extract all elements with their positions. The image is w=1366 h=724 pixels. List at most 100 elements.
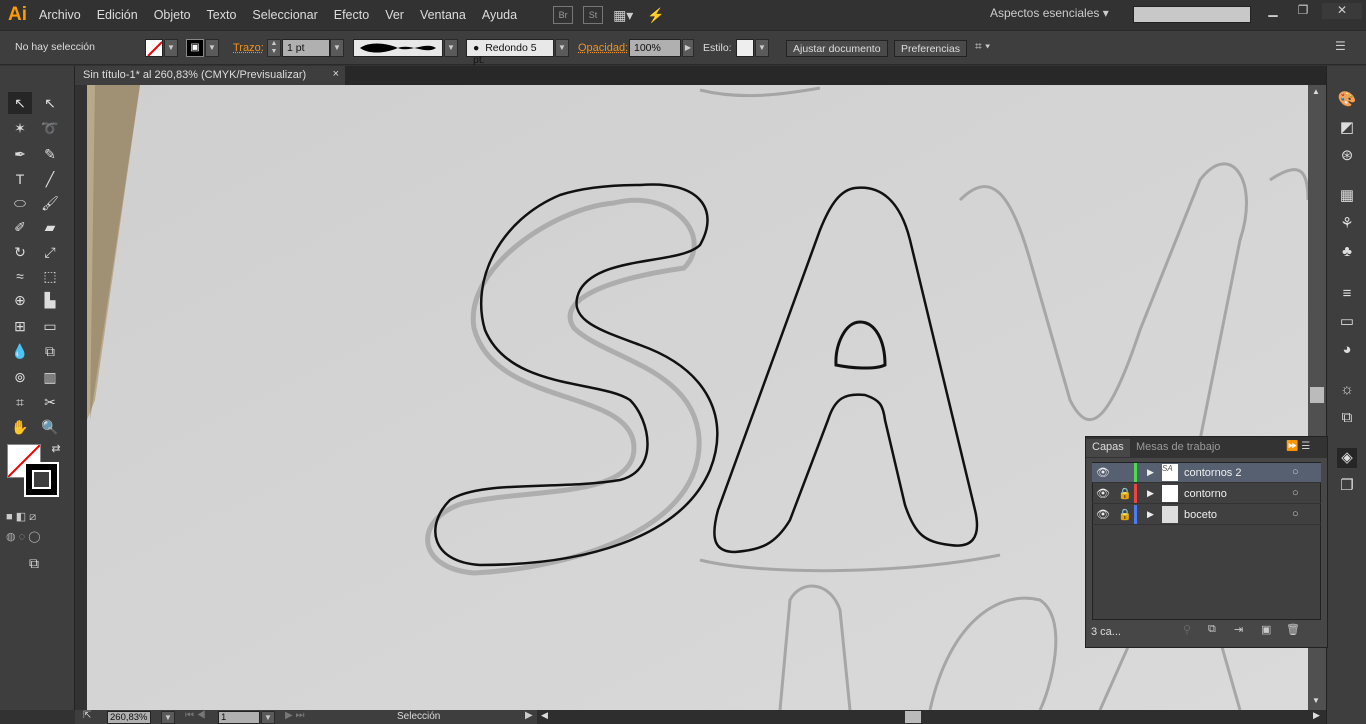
warp-tool-icon[interactable]: ≈ bbox=[8, 265, 32, 287]
visibility-eye-icon[interactable]: 👁 bbox=[1096, 466, 1110, 479]
color-guide-icon[interactable]: ◩ bbox=[1337, 118, 1357, 138]
expand-triangle-icon[interactable]: ▶ bbox=[1147, 467, 1154, 478]
menu-texto[interactable]: Texto bbox=[207, 8, 237, 22]
graph-tool-icon[interactable]: ▥ bbox=[38, 366, 62, 388]
stroke-weight-dropdown[interactable]: ▼ bbox=[330, 39, 344, 57]
line-tool-icon[interactable]: ╱ bbox=[38, 168, 62, 190]
gpu-performance-icon[interactable]: ⚡ bbox=[647, 7, 664, 24]
brushes-icon[interactable]: ⚘ bbox=[1337, 214, 1357, 234]
color-panel-icon[interactable]: 🎨 bbox=[1337, 90, 1357, 110]
menu-archivo[interactable]: Archivo bbox=[39, 8, 81, 22]
brush-dropdown[interactable]: ▼ bbox=[555, 39, 569, 57]
tab-mesas-de-trabajo[interactable]: Mesas de trabajo bbox=[1130, 439, 1226, 457]
perspective-grid-tool-icon[interactable]: ▙ bbox=[38, 289, 62, 311]
opacity-label[interactable]: Opacidad: bbox=[578, 42, 628, 60]
swatches-icon[interactable]: ▦ bbox=[1337, 186, 1357, 206]
draw-mode-buttons[interactable]: ◍ ◌ ◯ bbox=[6, 530, 62, 544]
stroke-weight-field[interactable]: 1 pt bbox=[282, 39, 330, 57]
graphic-style-swatch[interactable] bbox=[736, 39, 754, 57]
ellipse-tool-icon[interactable]: ⬭ bbox=[8, 192, 32, 214]
minimize-button[interactable]: ▁ bbox=[1260, 3, 1286, 19]
menu-edicion[interactable]: Edición bbox=[97, 8, 138, 22]
menu-efecto[interactable]: Efecto bbox=[334, 8, 369, 22]
panel-collapse-icon[interactable]: ⏩ ☰ bbox=[1286, 441, 1310, 452]
free-transform-tool-icon[interactable]: ⬚ bbox=[38, 265, 62, 287]
eraser-tool-icon[interactable]: ▰ bbox=[38, 216, 62, 238]
scale-tool-icon[interactable]: ⤢ bbox=[38, 241, 62, 263]
visibility-eye-icon[interactable]: 👁 bbox=[1096, 508, 1110, 521]
artboard-tool-icon[interactable]: ⌗ bbox=[8, 391, 32, 413]
target-circle-icon[interactable]: ○ bbox=[1292, 508, 1299, 520]
target-circle-icon[interactable]: ○ bbox=[1292, 466, 1299, 478]
artboard-number-field[interactable]: 1 bbox=[218, 711, 260, 724]
layer-row[interactable]: 👁 ▶ SA contornos 2 ○ bbox=[1092, 463, 1321, 483]
zoom-dropdown[interactable]: ▼ bbox=[161, 711, 175, 724]
isolate-icon[interactable]: ⌗ ▾ bbox=[975, 39, 990, 57]
stroke-panel-icon[interactable]: ≡ bbox=[1337, 284, 1357, 304]
fit-document-button[interactable]: Ajustar documento bbox=[786, 40, 888, 57]
menu-seleccionar[interactable]: Seleccionar bbox=[252, 8, 317, 22]
make-clipping-mask-icon[interactable]: ⧉ bbox=[1208, 623, 1216, 636]
direct-selection-tool-icon[interactable]: ↖ bbox=[38, 92, 62, 114]
restore-button[interactable]: ❐ bbox=[1290, 3, 1316, 19]
layer-row[interactable]: 👁 🔒 ▶ contorno ○ bbox=[1092, 484, 1321, 504]
eyedropper-tool-icon[interactable]: 💧 bbox=[8, 340, 32, 362]
bridge-button[interactable]: Br bbox=[553, 6, 574, 24]
opacity-field[interactable]: 100% bbox=[629, 39, 681, 57]
stroke-label[interactable]: Trazo: bbox=[233, 42, 264, 60]
layer-name[interactable]: contornos 2 bbox=[1184, 467, 1241, 479]
shaper-tool-icon[interactable]: ✐ bbox=[8, 216, 32, 238]
hand-tool-icon[interactable]: ✋ bbox=[8, 416, 32, 438]
graphic-styles-icon[interactable]: ⧉ bbox=[1337, 408, 1357, 428]
swap-colors-icon[interactable]: ⇄ bbox=[44, 438, 68, 460]
tab-capas[interactable]: Capas bbox=[1086, 439, 1130, 457]
curvature-tool-icon[interactable]: ✎ bbox=[38, 143, 62, 165]
close-window-button[interactable]: ✕ bbox=[1322, 3, 1362, 19]
layer-name[interactable]: contorno bbox=[1184, 488, 1227, 500]
stroke-weight-stepper[interactable]: ▲ ▼ bbox=[267, 39, 281, 57]
horizontal-scroll-thumb[interactable] bbox=[905, 711, 921, 723]
search-input[interactable] bbox=[1133, 6, 1251, 23]
next-artboard-icon[interactable]: ▶ ⏭ bbox=[285, 710, 304, 721]
status-menu-arrow[interactable]: ▶ bbox=[525, 710, 533, 721]
blend-tool-icon[interactable]: ⧉ bbox=[38, 340, 62, 362]
type-tool-icon[interactable]: T bbox=[8, 168, 32, 190]
fill-dropdown[interactable]: ▼ bbox=[164, 39, 178, 57]
menu-ver[interactable]: Ver bbox=[385, 8, 404, 22]
appearance-panel-icon[interactable]: ☼ bbox=[1337, 380, 1357, 400]
selection-tool-icon[interactable]: ↖ bbox=[8, 92, 32, 114]
close-tab-icon[interactable]: × bbox=[333, 68, 339, 80]
delete-layer-icon[interactable]: 🗑 bbox=[1286, 623, 1300, 636]
visibility-eye-icon[interactable]: 👁 bbox=[1096, 487, 1110, 500]
stock-button[interactable]: St bbox=[583, 6, 604, 24]
slice-tool-icon[interactable]: ✂ bbox=[38, 391, 62, 413]
stroke-color-box[interactable] bbox=[24, 462, 59, 497]
mesh-tool-icon[interactable]: ⊞ bbox=[8, 315, 32, 337]
variable-width-profile[interactable] bbox=[353, 39, 443, 57]
shape-builder-tool-icon[interactable]: ⊕ bbox=[8, 289, 32, 311]
symbol-sprayer-tool-icon[interactable]: ⊚ bbox=[8, 366, 32, 388]
share-icon[interactable]: ⇱ bbox=[83, 710, 91, 721]
stroke-dropdown[interactable]: ▼ bbox=[205, 39, 219, 57]
pen-tool-icon[interactable]: ✒ bbox=[8, 143, 32, 165]
rotate-tool-icon[interactable]: ↻ bbox=[8, 241, 32, 263]
expand-triangle-icon[interactable]: ▶ bbox=[1147, 488, 1154, 499]
lasso-tool-icon[interactable]: ➰ bbox=[38, 117, 62, 139]
layer-row[interactable]: 👁 🔒 ▶ boceto ○ bbox=[1092, 505, 1321, 525]
gradient-panel-icon[interactable]: ▭ bbox=[1337, 312, 1357, 332]
paintbrush-tool-icon[interactable]: 🖌 bbox=[38, 192, 62, 214]
menu-ayuda[interactable]: Ayuda bbox=[482, 8, 517, 22]
profile-dropdown[interactable]: ▼ bbox=[444, 39, 458, 57]
artboard-dropdown[interactable]: ▼ bbox=[261, 711, 275, 724]
expand-triangle-icon[interactable]: ▶ bbox=[1147, 509, 1154, 520]
color-mode-buttons[interactable]: ■ ◧ ⧄ bbox=[6, 510, 62, 524]
transparency-panel-icon[interactable]: ◕ bbox=[1337, 340, 1357, 360]
fill-swatch[interactable] bbox=[145, 39, 163, 57]
create-layer-icon[interactable]: ▣ bbox=[1261, 623, 1271, 636]
zoom-field[interactable]: 260,83% bbox=[107, 711, 151, 724]
opacity-slider-toggle[interactable]: ▶ bbox=[682, 39, 694, 57]
target-circle-icon[interactable]: ○ bbox=[1292, 487, 1299, 499]
horizontal-scrollbar[interactable]: ◀ ▶ bbox=[537, 710, 1326, 724]
preferences-button[interactable]: Preferencias bbox=[894, 40, 967, 57]
arrange-documents-icon[interactable]: ▦▾ bbox=[613, 7, 633, 24]
